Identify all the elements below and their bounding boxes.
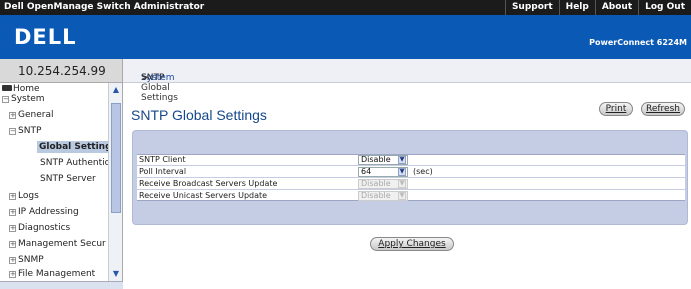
tree-item-global-settings[interactable]: Global Settings [37, 141, 119, 153]
breadcrumb-current: SNTP Global Settings [141, 73, 178, 103]
top-bar: Dell OpenManage Switch Administrator Sup… [0, 0, 691, 15]
print-button[interactable]: Print [599, 102, 633, 116]
about-link[interactable]: About [594, 0, 638, 15]
expand-icon[interactable]: + [9, 271, 16, 278]
expand-icon[interactable]: + [9, 209, 16, 216]
receive-broadcast-select: Disable ▼ [358, 179, 408, 189]
tree-item-general[interactable]: + General [9, 110, 53, 120]
home-icon [2, 85, 12, 91]
logout-link[interactable]: Log Out [638, 0, 691, 15]
tree-item-snmp[interactable]: + SNMP [9, 255, 44, 265]
expand-icon[interactable]: + [9, 241, 16, 248]
scroll-up-icon[interactable]: ▲ [111, 85, 121, 94]
tree-item-sntp[interactable]: − SNTP [9, 126, 41, 136]
field-label: Receive Broadcast Servers Update [139, 179, 278, 188]
header: DELL PowerConnect 6224M [0, 15, 691, 59]
device-ip: 10.254.254.99 [0, 59, 123, 83]
field-label: Receive Unicast Servers Update [139, 191, 268, 200]
tree-item-management-security[interactable]: + Management Secur [9, 239, 106, 249]
scroll-thumb[interactable] [111, 103, 121, 213]
tree-horizontal-scrollbar[interactable] [0, 281, 123, 289]
device-ip-text: 10.254.254.99 [18, 64, 106, 78]
breadcrumb: System > SNTP > SNTP Global Settings [123, 59, 691, 103]
collapse-icon[interactable]: − [9, 128, 16, 135]
nav-tree: Home − System + General − SNTP Global Setti… [0, 83, 123, 281]
model-name: PowerConnect 6224M [589, 38, 687, 47]
page-title: SNTP Global Settings [131, 107, 267, 123]
app-title: Dell OpenManage Switch Administrator [4, 2, 205, 12]
tree-item-logs[interactable]: + Logs [9, 191, 39, 201]
setting-row-sntp-client: SNTP Client Disable ▼ [137, 154, 685, 165]
top-links: Support Help About Log Out [504, 0, 691, 15]
tree-vertical-scrollbar[interactable]: ▲ ▼ [108, 83, 122, 281]
chevron-down-icon: ▼ [398, 180, 406, 188]
setting-row-receive-broadcast: Receive Broadcast Servers Update Disable… [137, 178, 685, 189]
help-link[interactable]: Help [558, 0, 595, 15]
setting-row-poll-interval: Poll Interval 64 ▼ (sec) [137, 166, 685, 177]
tree-item-ip-addressing[interactable]: + IP Addressing [9, 207, 79, 217]
expand-icon[interactable]: + [9, 193, 16, 200]
chevron-down-icon: ▼ [398, 168, 406, 176]
chevron-down-icon: ▼ [398, 156, 406, 164]
support-link[interactable]: Support [504, 0, 559, 15]
poll-interval-unit: (sec) [413, 167, 433, 176]
apply-changes-button[interactable]: Apply Changes [370, 237, 454, 251]
field-label: Poll Interval [139, 167, 187, 176]
field-label: SNTP Client [139, 155, 186, 164]
expand-icon[interactable]: + [9, 257, 16, 264]
poll-interval-select[interactable]: 64 ▼ [358, 167, 408, 177]
sntp-client-select[interactable]: Disable ▼ [358, 155, 408, 165]
tree-item-sntp-authentication[interactable]: SNTP Authentic: [40, 158, 113, 168]
scroll-down-icon[interactable]: ▼ [111, 269, 121, 278]
tree-item-home[interactable]: Home [2, 84, 40, 94]
expand-icon[interactable]: + [9, 112, 16, 119]
chevron-down-icon: ▼ [398, 192, 406, 200]
receive-unicast-select: Disable ▼ [358, 191, 408, 201]
expand-icon[interactable]: + [9, 225, 16, 232]
tree-item-file-management[interactable]: + File Management [9, 269, 95, 279]
collapse-icon[interactable]: − [2, 96, 9, 103]
tree-item-diagnostics[interactable]: + Diagnostics [9, 223, 70, 233]
dell-logo: DELL [14, 25, 77, 49]
refresh-button[interactable]: Refresh [641, 102, 685, 116]
tree-item-system[interactable]: − System [2, 94, 45, 104]
setting-row-receive-unicast: Receive Unicast Servers Update Disable ▼ [137, 190, 685, 201]
tree-item-sntp-server[interactable]: SNTP Server [40, 174, 96, 184]
